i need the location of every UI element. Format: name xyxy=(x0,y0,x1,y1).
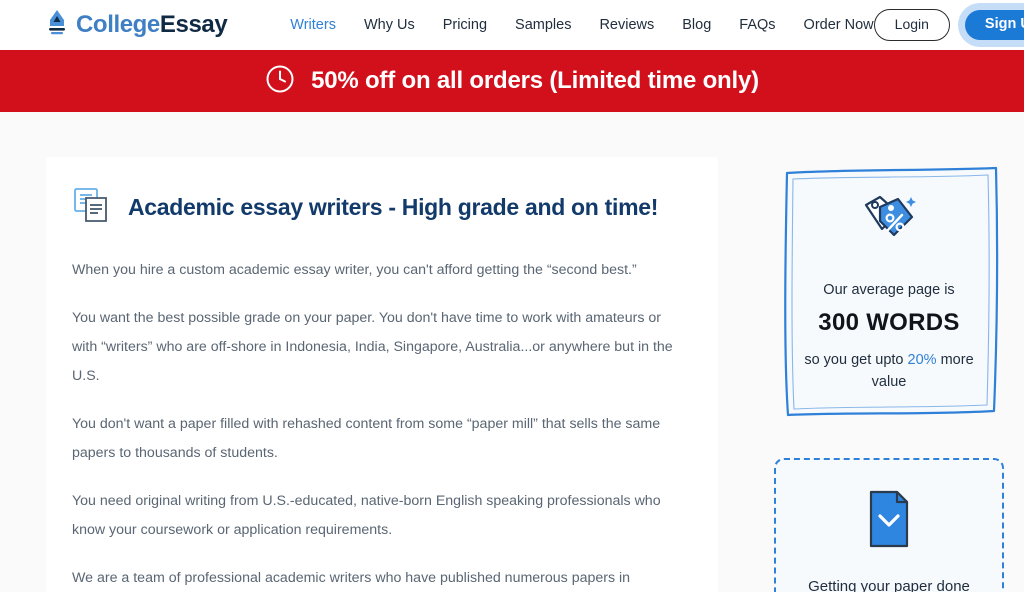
site-header: CollegeEssay Writers Why Us Pricing Samp… xyxy=(0,0,1024,50)
nav-item-reviews[interactable]: Reviews xyxy=(599,18,654,33)
nav-item-blog[interactable]: Blog xyxy=(682,18,711,33)
article-body: When you hire a custom academic essay wr… xyxy=(72,256,680,592)
login-button[interactable]: Login xyxy=(873,9,950,41)
logo-text: CollegeEssay xyxy=(76,11,228,38)
discount-tag-icon xyxy=(792,191,986,254)
documents-icon xyxy=(72,185,112,230)
nav-item-samples[interactable]: Samples xyxy=(515,18,571,33)
article-paragraph: You don't want a paper filled with rehas… xyxy=(72,416,661,461)
main-content-card: Academic essay writers - High grade and … xyxy=(46,157,718,592)
pen-nib-icon xyxy=(46,8,68,43)
nav-item-faqs[interactable]: FAQs xyxy=(739,18,775,33)
getting-paper-done-title: Getting your paper done xyxy=(808,578,970,592)
nav-item-order-now[interactable]: Order Now xyxy=(804,18,874,33)
logo-text-college: College xyxy=(76,11,160,38)
header-actions: Login Sign Up xyxy=(873,3,1024,47)
nav-item-writers[interactable]: Writers xyxy=(290,18,336,33)
promo-text: 50% off on all orders (Limited time only… xyxy=(311,67,759,94)
clock-icon xyxy=(265,64,295,99)
average-page-subtext-accent: 20% xyxy=(907,351,937,368)
average-page-card-content: Our average page is 300 WORDS so you get… xyxy=(792,183,986,393)
sidebar: Our average page is 300 WORDS so you get… xyxy=(774,157,1024,592)
average-page-highlight: 300 WORDS xyxy=(818,309,960,337)
article-paragraph: When you hire a custom academic essay wr… xyxy=(72,262,637,278)
average-page-subtext-prefix: so you get upto xyxy=(804,351,908,368)
getting-paper-done-card[interactable]: Getting your paper done xyxy=(774,458,1004,592)
signup-button-halo: Sign Up xyxy=(957,3,1024,47)
article-paragraph: You need original writing from U.S.-educ… xyxy=(72,493,661,538)
nav-item-why-us[interactable]: Why Us xyxy=(364,18,415,33)
average-page-lead: Our average page is xyxy=(823,282,955,298)
content-heading-row: Academic essay writers - High grade and … xyxy=(72,185,680,230)
signup-button[interactable]: Sign Up xyxy=(964,10,1024,40)
main-navigation: Writers Why Us Pricing Samples Reviews B… xyxy=(290,18,873,33)
article-paragraph: You want the best possible grade on your… xyxy=(72,310,673,384)
page-title: Academic essay writers - High grade and … xyxy=(128,193,659,220)
page-body: Academic essay writers - High grade and … xyxy=(0,112,1024,592)
promo-banner[interactable]: 50% off on all orders (Limited time only… xyxy=(0,50,1024,112)
average-page-subtext: so you get upto 20% more value xyxy=(792,349,986,393)
nav-item-pricing[interactable]: Pricing xyxy=(443,18,487,33)
site-logo[interactable]: CollegeEssay xyxy=(46,8,228,43)
document-download-icon xyxy=(861,488,917,555)
article-paragraph: We are a team of professional academic w… xyxy=(72,570,631,586)
logo-text-essay: Essay xyxy=(159,11,228,38)
average-page-card: Our average page is 300 WORDS so you get… xyxy=(774,157,1004,422)
